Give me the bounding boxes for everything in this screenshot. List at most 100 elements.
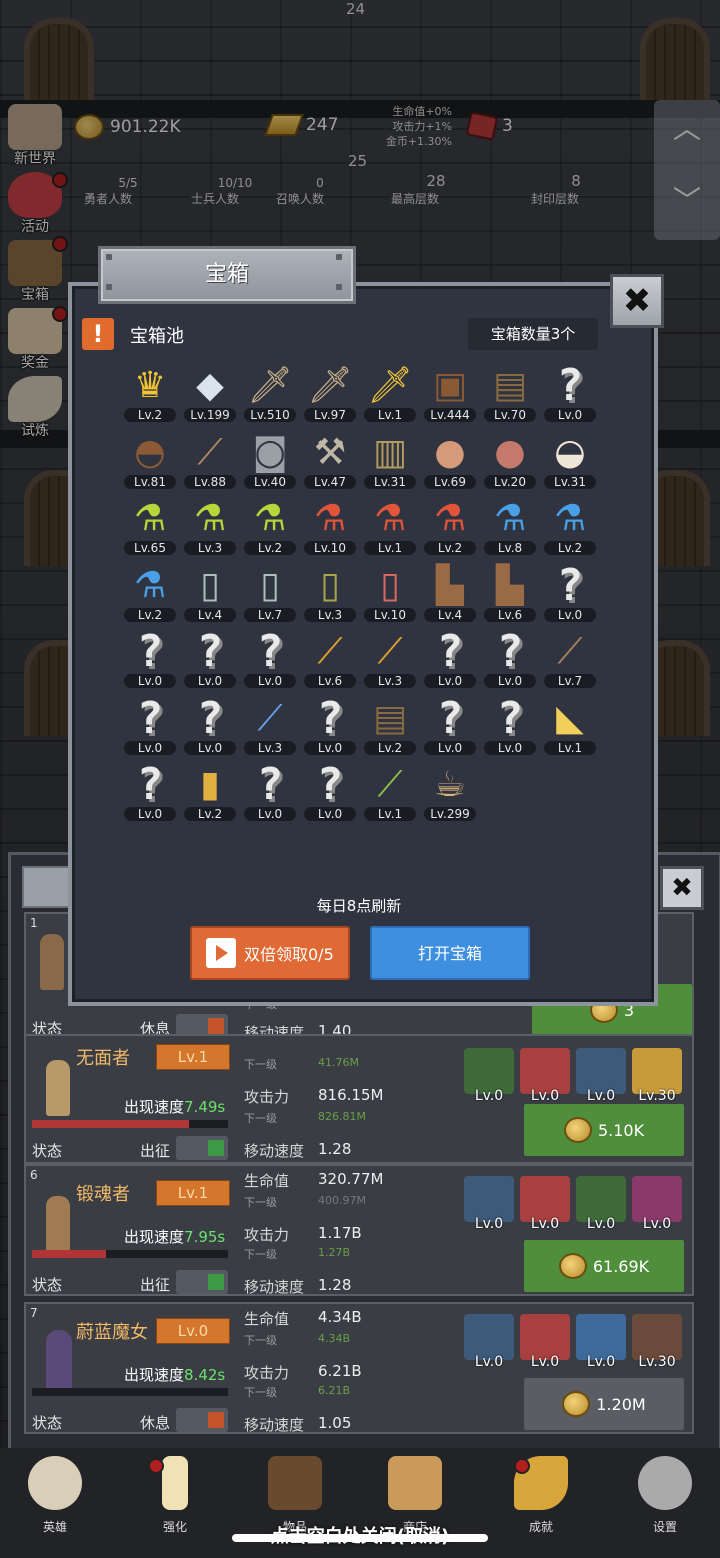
equip-dagger-icon[interactable]: Lv.0 — [520, 1048, 570, 1104]
equip-sword-icon[interactable]: Lv.0 — [464, 1048, 514, 1104]
equip-armor-icon[interactable]: Lv.0 — [576, 1048, 626, 1104]
chest-item[interactable]: ▮ Lv.2 — [180, 759, 240, 825]
upgrade-button[interactable]: 1.20M — [524, 1378, 684, 1430]
chest-item[interactable]: ? Lv.0 — [540, 360, 600, 426]
chest-item[interactable]: ♛ Lv.2 — [120, 360, 180, 426]
chest-item[interactable]: ▤ Lv.70 — [480, 360, 540, 426]
equip-wings-icon[interactable]: Lv.0 — [576, 1314, 626, 1370]
equip-boot-icon[interactable]: Lv.0 — [632, 1176, 682, 1232]
unknown-icon: ? — [256, 626, 284, 677]
deploy-toggle[interactable] — [176, 1270, 228, 1294]
chest-item[interactable]: ? Lv.0 — [420, 626, 480, 692]
chest-item[interactable]: 🗡 Lv.1 — [360, 360, 420, 426]
chest-item[interactable]: 🗡 Lv.510 — [240, 360, 300, 426]
chest-item[interactable]: ? Lv.0 — [120, 759, 180, 825]
item-level: Lv.40 — [244, 474, 296, 489]
home-indicator[interactable] — [232, 1534, 488, 1542]
double-claim-button[interactable]: 双倍领取0/5 — [190, 926, 350, 980]
chest-item[interactable]: ▥ Lv.31 — [360, 427, 420, 493]
equip-spear-icon[interactable]: Lv.0 — [520, 1314, 570, 1370]
unknown-icon: ? — [496, 692, 524, 744]
chest-item[interactable]: ⚗ Lv.3 — [180, 493, 240, 559]
chest-item[interactable]: ? Lv.0 — [480, 693, 540, 759]
chest-item[interactable]: ⟋ Lv.6 — [300, 626, 360, 692]
chest-item[interactable]: ◙ Lv.40 — [240, 427, 300, 493]
chest-item[interactable]: ? Lv.0 — [120, 626, 180, 692]
chest-item[interactable]: ◣ Lv.1 — [540, 693, 600, 759]
chest-item[interactable]: ⟋ Lv.88 — [180, 427, 240, 493]
chest-item[interactable]: ▙ Lv.4 — [420, 560, 480, 626]
chest-item[interactable]: ⚗ Lv.2 — [240, 493, 300, 559]
chest-item[interactable]: ⚗ Lv.8 — [480, 493, 540, 559]
chest-item[interactable]: ⚗ Lv.2 — [540, 493, 600, 559]
chest-item[interactable]: ? Lv.0 — [480, 626, 540, 692]
chest-item[interactable]: ? Lv.0 — [120, 693, 180, 759]
chest-item[interactable]: ▤ Lv.2 — [360, 693, 420, 759]
deploy-toggle[interactable] — [176, 1136, 228, 1160]
upgrade-button[interactable]: 61.69K — [524, 1240, 684, 1292]
chest-item[interactable]: ▯ Lv.10 — [360, 560, 420, 626]
chest-item[interactable]: ⚗ Lv.2 — [420, 493, 480, 559]
sword-icon: 🗡 — [247, 365, 293, 406]
nav-upgrade[interactable]: 强化 — [130, 1452, 220, 1534]
chest-item[interactable]: ▯ Lv.7 — [240, 560, 300, 626]
hero-row: 无面者 Lv.1 出现速度7.49s 状态 出征 下一级 41.76M 攻击力 … — [24, 1034, 694, 1164]
chest-item[interactable]: ? Lv.0 — [240, 759, 300, 825]
hero-panel-close-button[interactable]: ✖ — [660, 866, 704, 910]
chest-item[interactable]: ⟋ Lv.3 — [240, 693, 300, 759]
unknown-icon: ? — [436, 626, 464, 677]
rivet — [336, 284, 342, 290]
item-level: Lv.4 — [184, 607, 236, 622]
deploy-toggle[interactable] — [176, 1408, 228, 1432]
chest-item[interactable]: ? Lv.0 — [180, 693, 240, 759]
item-level: Lv.0 — [544, 607, 596, 622]
chest-item[interactable]: 🗡 Lv.97 — [300, 360, 360, 426]
chest-item[interactable]: ● Lv.20 — [480, 427, 540, 493]
upgrade-button[interactable]: 5.10K — [524, 1104, 684, 1156]
item-level: Lv.2 — [244, 541, 296, 555]
item-level: Lv.1 — [544, 740, 596, 755]
chest-item[interactable]: ▙ Lv.6 — [480, 560, 540, 626]
nav-achievements[interactable]: 成就 — [496, 1452, 586, 1534]
chest-item[interactable]: ☕ Lv.299 — [420, 759, 480, 825]
nav-heroes[interactable]: 英雄 — [10, 1452, 100, 1534]
chest-item[interactable]: ? Lv.0 — [420, 693, 480, 759]
chest-item[interactable]: ⟋ Lv.1 — [360, 759, 420, 825]
chest-item[interactable]: ◆ Lv.199 — [180, 360, 240, 426]
equip-shield-icon[interactable]: Lv.0 — [464, 1176, 514, 1232]
close-modal-button[interactable]: ✖ — [610, 274, 664, 328]
chest-item[interactable]: ? Lv.0 — [540, 560, 600, 626]
nav-items[interactable]: 物品 — [250, 1452, 340, 1534]
equip-hammer-icon[interactable]: Lv.0 — [576, 1176, 626, 1232]
chest-item[interactable]: ⟋ Lv.3 — [360, 626, 420, 692]
chest-item[interactable]: ? Lv.0 — [300, 759, 360, 825]
chest-item[interactable]: ◓ Lv.81 — [120, 427, 180, 493]
open-chest-button[interactable]: 打开宝箱 — [370, 926, 530, 980]
chest-item[interactable]: ◒ Lv.31 — [540, 427, 600, 493]
equip-axe-icon[interactable]: Lv.0 — [520, 1176, 570, 1232]
chest-item[interactable]: ⚗ Lv.65 — [120, 493, 180, 559]
chest-item[interactable]: ⚗ Lv.1 — [360, 493, 420, 559]
item-level: Lv.97 — [304, 408, 356, 422]
hero-row: 7 蔚蓝魔女 Lv.0 出现速度8.42s 状态 休息 生命值 4.34B 下一… — [24, 1302, 694, 1434]
backpack-icon: ▤ — [492, 365, 527, 406]
nav-settings[interactable]: 设置 — [620, 1452, 710, 1534]
book-icon — [268, 1456, 322, 1510]
chest-item[interactable]: ? Lv.0 — [300, 693, 360, 759]
chest-item[interactable]: ▯ Lv.4 — [180, 560, 240, 626]
chest-item[interactable]: ▣ Lv.444 — [420, 360, 480, 426]
chest-item[interactable]: ⚒ Lv.47 — [300, 427, 360, 493]
equip-gate-icon[interactable]: Lv.30 — [632, 1314, 682, 1370]
chest-item[interactable]: ● Lv.69 — [420, 427, 480, 493]
chest-item[interactable]: ? Lv.0 — [180, 626, 240, 692]
chest-item[interactable]: ⚗ Lv.10 — [300, 493, 360, 559]
chest-item[interactable]: ⟋ Lv.7 — [540, 626, 600, 692]
equip-shield-icon[interactable]: Lv.0 — [464, 1314, 514, 1370]
chest-item[interactable]: ? Lv.0 — [240, 626, 300, 692]
nav-shop[interactable]: 商店 — [370, 1452, 460, 1534]
chest-item[interactable]: ⚗ Lv.2 — [120, 560, 180, 626]
equip-helmet-icon[interactable]: Lv.30 — [632, 1048, 682, 1104]
item-level: Lv.8 — [484, 541, 536, 555]
chest-item[interactable]: ▯ Lv.3 — [300, 560, 360, 626]
unknown-icon: ? — [196, 692, 224, 744]
